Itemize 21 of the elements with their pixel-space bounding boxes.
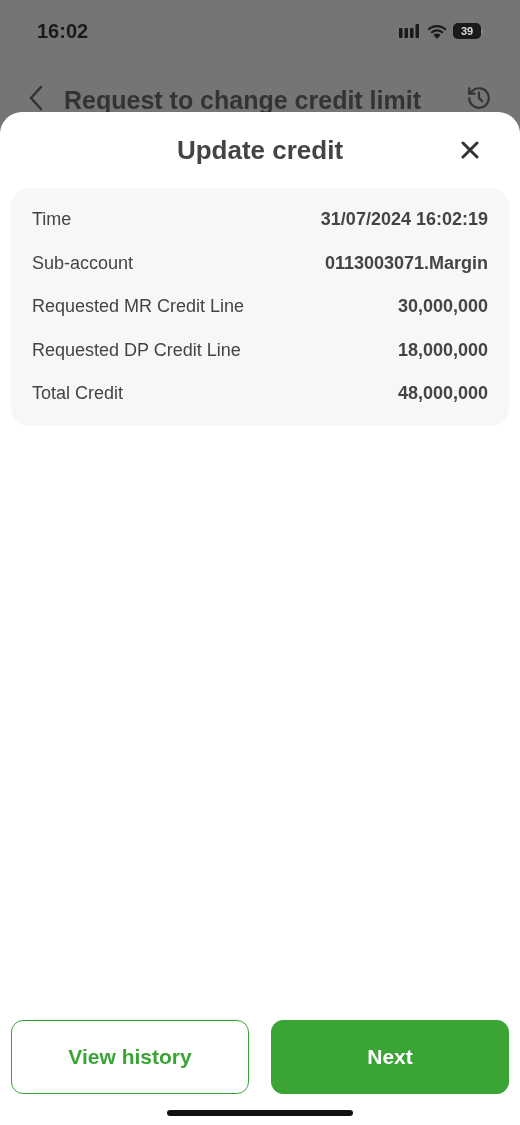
detail-value: 0113003071.Margin: [324, 251, 488, 275]
sheet-title: Update credit: [176, 133, 344, 167]
detail-value: 18,000,000: [397, 338, 488, 362]
detail-label: Total Credit: [32, 382, 124, 406]
detail-label: Requested MR Credit Line: [32, 295, 245, 319]
battery-icon: 39: [453, 23, 483, 39]
next-button[interactable]: Next: [271, 1020, 509, 1094]
status-time: 16:02: [37, 19, 89, 44]
history-icon[interactable]: [466, 85, 492, 111]
back-icon[interactable]: [28, 85, 44, 111]
wifi-icon: [427, 23, 447, 39]
detail-value: 48,000,000: [397, 382, 488, 406]
signal-icon: [399, 24, 421, 38]
page-title: Request to change credit limit: [64, 85, 422, 116]
detail-value: 30,000,000: [397, 295, 488, 319]
detail-value: 31/07/2024 16:02:19: [320, 208, 488, 232]
view-history-button[interactable]: View history: [11, 1020, 249, 1094]
detail-label: Sub-account: [32, 251, 134, 275]
close-icon[interactable]: [461, 141, 479, 159]
detail-label: Time: [32, 208, 72, 232]
detail-label: Requested DP Credit Line: [32, 338, 241, 362]
